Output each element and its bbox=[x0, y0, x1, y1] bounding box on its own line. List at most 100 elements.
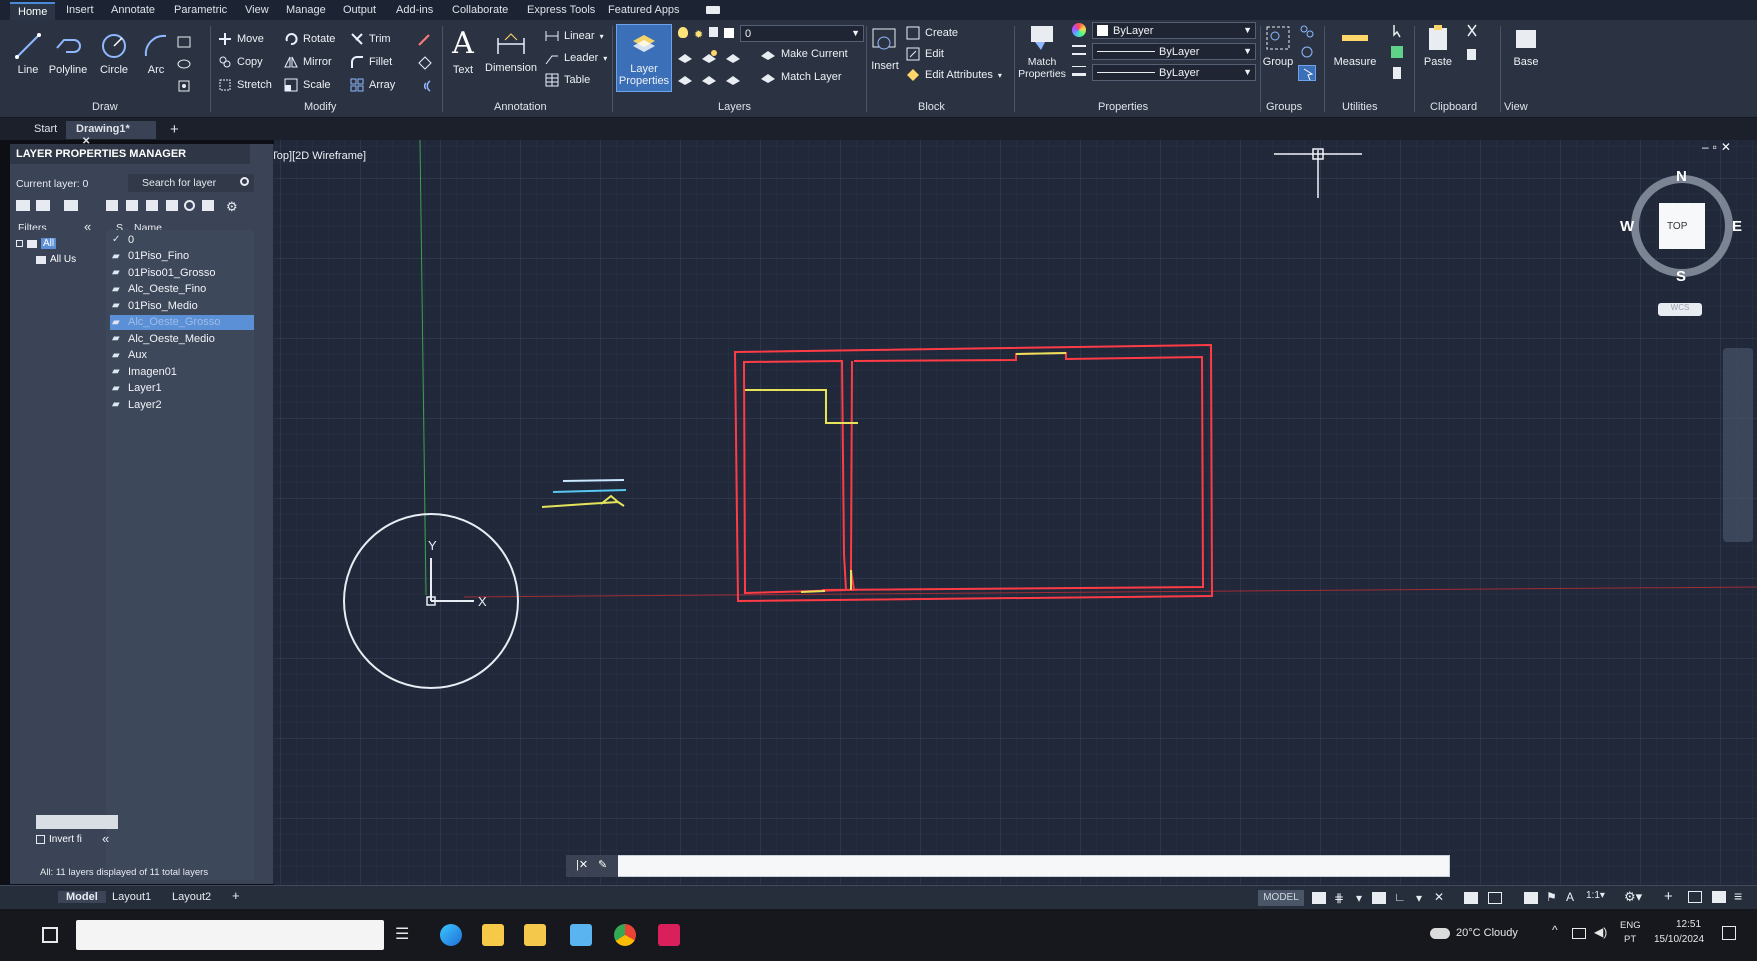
taskbar-search-field[interactable] bbox=[76, 920, 384, 950]
scale-button[interactable]: Scale bbox=[284, 78, 331, 92]
file-explorer-icon[interactable] bbox=[482, 924, 504, 946]
layer-row[interactable]: ▰ Imagen01 bbox=[110, 364, 254, 379]
layer-row[interactable]: ▰ Alc_Oeste_Grosso bbox=[110, 314, 254, 330]
color-dropdown[interactable]: ByLayer ▼ bbox=[1092, 22, 1256, 39]
scale-dropdown-icon[interactable]: 1:1▾ bbox=[1586, 890, 1605, 901]
draw-panel-label[interactable]: Draw bbox=[92, 101, 118, 113]
workspace-gear-icon[interactable]: ⚙▾ bbox=[1624, 889, 1642, 905]
rectangle-icon[interactable] bbox=[176, 34, 194, 50]
new-layer-vp-frozen-icon[interactable] bbox=[126, 200, 138, 211]
match-layer-button[interactable]: Match Layer bbox=[760, 70, 842, 84]
groups-panel-label[interactable]: Groups bbox=[1266, 101, 1302, 113]
hatch-icon[interactable] bbox=[176, 56, 194, 72]
settings-gear-icon[interactable]: ⚙ bbox=[226, 199, 238, 215]
block-panel-label[interactable]: Block bbox=[918, 101, 945, 113]
layer-properties-button[interactable]: Layer Properties bbox=[616, 24, 672, 92]
drawing-area[interactable]: Y X N S E W TOP WCS –▫✕ bbox=[274, 140, 1757, 885]
layer-row[interactable]: ▰ 01Piso01_Grosso bbox=[110, 265, 254, 280]
tab-insert[interactable]: Insert bbox=[66, 4, 94, 16]
new-tab-button[interactable]: + bbox=[160, 121, 189, 139]
dimension-tool-button[interactable]: Dimension bbox=[482, 30, 540, 74]
task-view-icon[interactable]: ☰ bbox=[395, 924, 417, 946]
tab-parametric[interactable]: Parametric bbox=[174, 4, 227, 16]
layer-row[interactable]: ▰ Layer2 bbox=[110, 397, 254, 412]
annotation-visibility-icon[interactable]: ⚑ bbox=[1546, 890, 1557, 904]
viewcube-south[interactable]: S bbox=[1676, 268, 1686, 285]
edit-block-button[interactable]: Edit bbox=[906, 47, 944, 61]
line-tool-button[interactable]: Line bbox=[12, 32, 44, 76]
volume-icon[interactable]: ◀) bbox=[1594, 925, 1607, 939]
sun-icon[interactable]: ✹ bbox=[694, 28, 703, 41]
quick-select-icon[interactable] bbox=[1388, 23, 1406, 39]
layer-row[interactable]: ▰ 01Piso_Fino bbox=[110, 249, 254, 264]
tab-express-tools[interactable]: Express Tools bbox=[527, 4, 595, 16]
network-icon[interactable] bbox=[1572, 928, 1586, 939]
set-current-icon[interactable] bbox=[166, 200, 178, 211]
command-line-input[interactable] bbox=[566, 855, 1450, 877]
lineweight-toggle-icon[interactable] bbox=[1524, 892, 1538, 904]
isolate-objects-icon[interactable] bbox=[1688, 891, 1702, 903]
measure-button[interactable]: Measure bbox=[1330, 24, 1380, 68]
collapse-icon[interactable]: « bbox=[102, 831, 109, 846]
cut-icon[interactable] bbox=[1464, 23, 1482, 39]
ungroup-icon[interactable] bbox=[1298, 23, 1316, 39]
stretch-button[interactable]: Stretch bbox=[218, 78, 272, 92]
layer-states-icon[interactable] bbox=[64, 200, 78, 211]
grid-display-icon[interactable]: ⋕ bbox=[1334, 891, 1344, 905]
chrome-icon[interactable] bbox=[614, 924, 636, 946]
erase-icon[interactable] bbox=[416, 32, 434, 48]
viewcube-top-label[interactable]: TOP bbox=[1667, 221, 1687, 232]
edge-browser-icon[interactable] bbox=[440, 924, 462, 946]
tab-layout1[interactable]: Layout1 bbox=[112, 891, 151, 903]
windows-start-icon[interactable] bbox=[42, 927, 58, 943]
polyline-tool-button[interactable]: Polyline bbox=[46, 32, 90, 76]
filter-input[interactable] bbox=[36, 815, 118, 829]
viewport-window-controls[interactable]: –▫✕ bbox=[1702, 140, 1735, 154]
offset-icon[interactable] bbox=[416, 78, 434, 94]
grid-toggle-icon[interactable] bbox=[1312, 892, 1326, 904]
modify-panel-label[interactable]: Modify bbox=[304, 101, 336, 113]
layer-row[interactable]: ▰ Layer1 bbox=[110, 381, 254, 396]
tab-manage[interactable]: Manage bbox=[286, 4, 326, 16]
new-group-filter-icon[interactable] bbox=[36, 200, 50, 211]
group-selection-icon[interactable] bbox=[1298, 65, 1316, 81]
language-top[interactable]: ENG bbox=[1620, 920, 1641, 931]
create-block-button[interactable]: Create bbox=[906, 26, 958, 40]
annotation-panel-label[interactable]: Annotation bbox=[494, 101, 547, 113]
model-space-toggle[interactable]: MODEL bbox=[1258, 890, 1304, 906]
viewcube-north[interactable]: N bbox=[1676, 168, 1687, 185]
polar-tracking-icon[interactable]: ▾ bbox=[1416, 891, 1422, 905]
mirror-button[interactable]: Mirror bbox=[284, 55, 332, 69]
copy-clip-icon[interactable] bbox=[1464, 46, 1482, 62]
refresh-icon[interactable] bbox=[184, 200, 195, 211]
tray-chevron-icon[interactable]: ^ bbox=[1552, 923, 1558, 937]
tab-view[interactable]: View bbox=[245, 4, 269, 16]
text-tool-button[interactable]: A Text bbox=[448, 28, 478, 77]
store-icon[interactable] bbox=[524, 924, 546, 946]
clean-screen-icon[interactable] bbox=[1712, 891, 1726, 903]
layer-row[interactable]: ▰ 01Piso_Medio bbox=[110, 298, 254, 313]
tab-start[interactable]: Start bbox=[24, 121, 67, 139]
viewcube-west[interactable]: W bbox=[1620, 218, 1634, 235]
boundary-icon[interactable] bbox=[176, 78, 194, 94]
lightbulb-icon[interactable] bbox=[678, 27, 688, 38]
utilities-panel-label[interactable]: Utilities bbox=[1342, 101, 1377, 113]
new-property-filter-icon[interactable] bbox=[16, 200, 30, 211]
calculator-icon[interactable] bbox=[1388, 44, 1406, 60]
layer-row[interactable]: ✓ 0 bbox=[110, 232, 254, 247]
filter-tree-all[interactable]: All bbox=[16, 238, 57, 249]
door-bottom[interactable] bbox=[800, 590, 826, 593]
weather-text[interactable]: 20°C Cloudy bbox=[1456, 927, 1518, 939]
layer-row[interactable]: ▰ Alc_Oeste_Fino bbox=[110, 282, 254, 297]
layer-freeze-icon[interactable] bbox=[724, 49, 742, 65]
linetype-dropdown[interactable]: ByLayer ▼ bbox=[1092, 43, 1256, 60]
object-snap-icon[interactable] bbox=[1464, 892, 1478, 904]
tab-output[interactable]: Output bbox=[343, 4, 376, 16]
model-space[interactable] bbox=[274, 140, 1757, 885]
tab-collaborate[interactable]: Collaborate bbox=[452, 4, 508, 16]
id-point-icon[interactable] bbox=[1388, 65, 1406, 81]
clock-date[interactable]: 15/10/2024 bbox=[1654, 934, 1704, 945]
object-snap-tracking-icon[interactable] bbox=[1488, 892, 1502, 904]
fillet-button[interactable]: Fillet bbox=[350, 55, 392, 69]
lineweight-icon[interactable] bbox=[1072, 66, 1086, 76]
